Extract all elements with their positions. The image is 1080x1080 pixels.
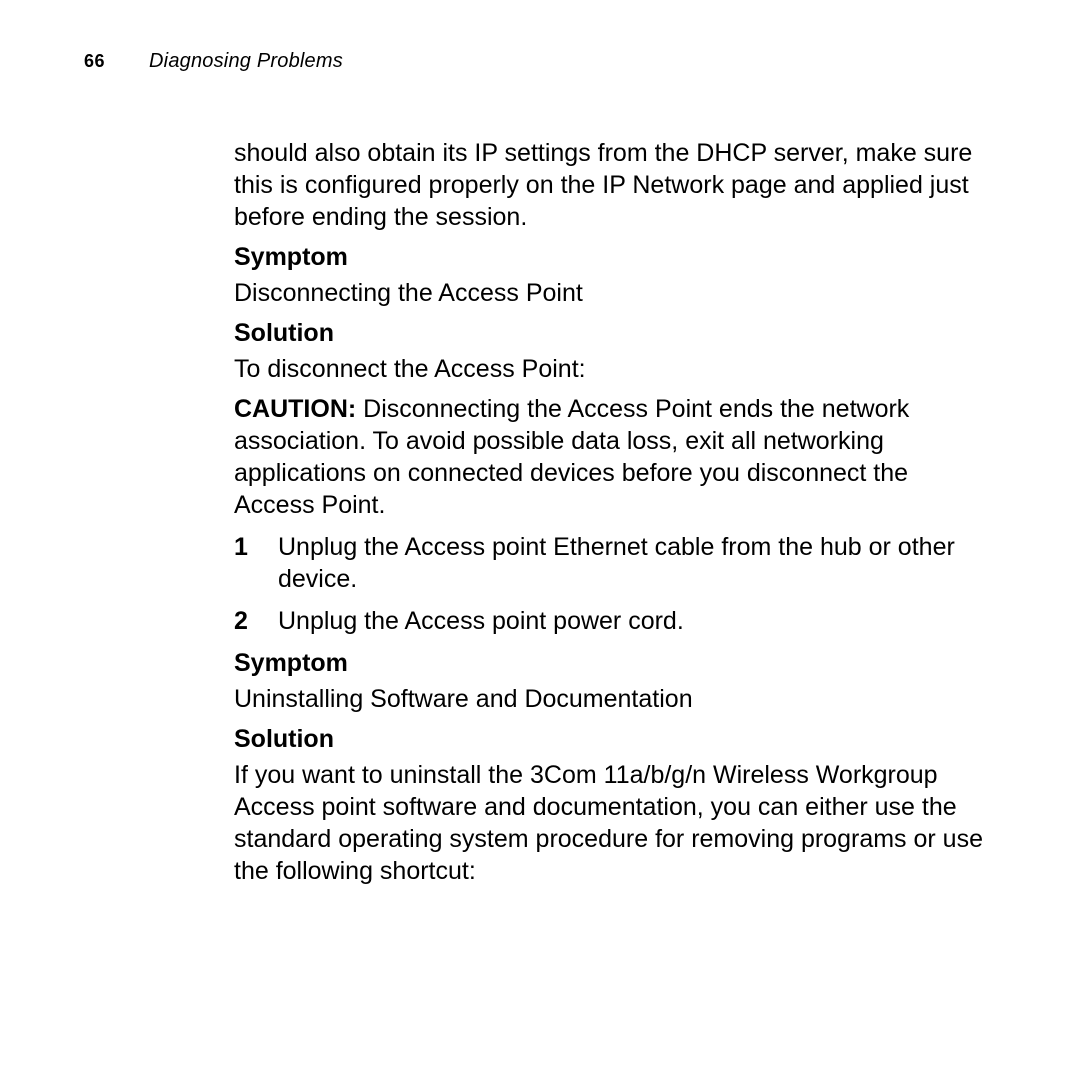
page: 66 Diagnosing Problems should also obtai… xyxy=(0,0,1080,1080)
caution-block: CAUTION: Disconnecting the Access Point … xyxy=(234,393,992,521)
symptom-text-2: Uninstalling Software and Documentation xyxy=(234,683,992,715)
step-item: Unplug the Access point power cord. xyxy=(234,605,992,637)
symptom-heading-1: Symptom xyxy=(234,241,992,273)
intro-paragraph: should also obtain its IP settings from … xyxy=(234,137,992,233)
caution-label: CAUTION: xyxy=(234,395,356,423)
symptom-heading-2: Symptom xyxy=(234,647,992,679)
symptom-text-1: Disconnecting the Access Point xyxy=(234,277,992,309)
step-item: Unplug the Access point Ethernet cable f… xyxy=(234,531,992,595)
solution-intro-1: To disconnect the Access Point: xyxy=(234,353,992,385)
solution-heading-1: Solution xyxy=(234,317,992,349)
page-number: 66 xyxy=(84,51,105,72)
step-text: Unplug the Access point Ethernet cable f… xyxy=(278,533,955,593)
running-head: 66 Diagnosing Problems xyxy=(84,50,992,73)
solution-heading-2: Solution xyxy=(234,723,992,755)
solution-text-2: If you want to uninstall the 3Com 11a/b/… xyxy=(234,759,992,887)
chapter-title: Diagnosing Problems xyxy=(149,50,343,73)
step-text: Unplug the Access point power cord. xyxy=(278,607,684,635)
steps-list: Unplug the Access point Ethernet cable f… xyxy=(234,531,992,637)
content: should also obtain its IP settings from … xyxy=(234,137,992,887)
